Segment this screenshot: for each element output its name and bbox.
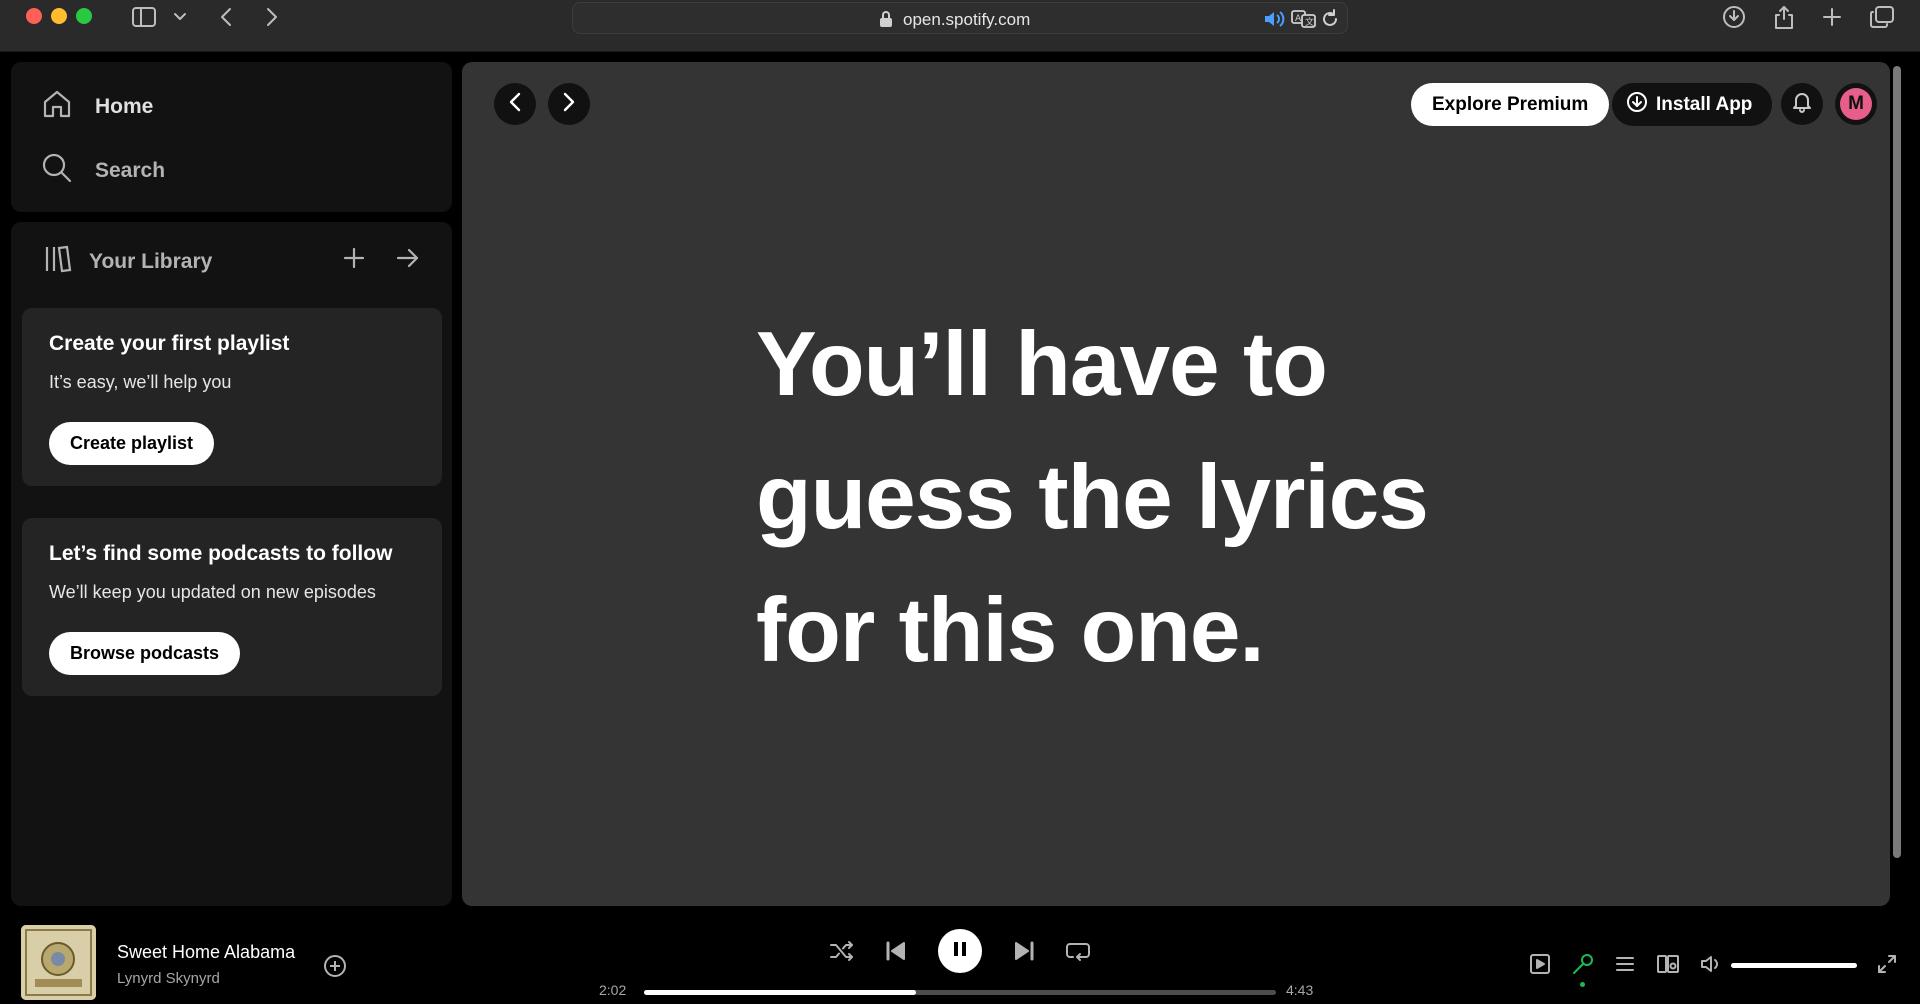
skip-back-icon — [884, 940, 908, 967]
next-track-button[interactable] — [1007, 936, 1041, 970]
now-playing-icon — [1529, 953, 1551, 980]
connect-device-button[interactable] — [1654, 952, 1682, 980]
forward-button[interactable] — [548, 83, 590, 125]
skip-forward-icon — [1012, 940, 1036, 967]
player-bar: Sweet Home Alabama Lynyrd Skynyrd 2:02 4… — [0, 912, 1920, 1004]
window-controls — [26, 8, 92, 24]
shuffle-icon — [829, 940, 855, 967]
queue-icon — [1614, 953, 1636, 980]
new-tab-icon[interactable] — [1819, 4, 1845, 30]
card-subtitle: We’ll keep you updated on new episodes — [49, 582, 376, 602]
svg-text:A: A — [1295, 14, 1302, 24]
install-app-button[interactable]: Install App — [1612, 83, 1773, 126]
lyrics-unavailable-message: You’ll have to guess the lyrics for this… — [756, 314, 1429, 681]
bell-icon — [1792, 91, 1812, 118]
library-icon — [43, 244, 73, 280]
microphone-icon — [1571, 952, 1595, 981]
add-circle-icon — [323, 955, 347, 982]
repeat-button[interactable] — [1061, 936, 1095, 970]
volume-slider[interactable] — [1731, 963, 1857, 968]
install-app-label: Install App — [1656, 93, 1753, 115]
track-title[interactable]: Sweet Home Alabama — [117, 942, 295, 963]
volume-level — [1731, 963, 1857, 968]
pause-icon — [950, 939, 970, 964]
downloads-icon[interactable] — [1720, 4, 1748, 30]
card-subtitle: It’s easy, we’ll help you — [49, 372, 232, 392]
playback-progress-bar[interactable] — [644, 990, 1276, 995]
sidebar-toggle-icon[interactable] — [130, 4, 158, 30]
create-playlist-plus-button[interactable] — [338, 244, 370, 276]
browse-podcasts-button[interactable]: Browse podcasts — [49, 632, 241, 675]
tab-overview-icon[interactable] — [1868, 4, 1896, 30]
library-header[interactable]: Your Library — [43, 244, 212, 280]
device-icon — [1656, 953, 1680, 980]
browser-forward-icon[interactable] — [260, 4, 284, 30]
arrow-right-icon — [396, 247, 420, 274]
sidebar-item-label: Home — [95, 95, 154, 118]
previous-track-button[interactable] — [879, 936, 913, 970]
repeat-icon — [1065, 940, 1091, 967]
sidebar-item-search[interactable]: Search — [41, 152, 165, 190]
minimize-window-button[interactable] — [51, 8, 67, 24]
home-icon — [41, 88, 73, 126]
mute-button[interactable] — [1697, 952, 1725, 980]
chevron-down-icon[interactable] — [170, 4, 190, 30]
podcasts-card: Let’s find some podcasts to follow We’ll… — [22, 518, 442, 696]
profile-button[interactable]: M — [1835, 83, 1877, 125]
lyrics-button[interactable] — [1569, 952, 1597, 980]
lock-icon — [879, 10, 893, 33]
shuffle-button[interactable] — [825, 936, 859, 970]
sidebar-item-label: Search — [95, 159, 166, 182]
sidebar-item-home[interactable]: Home — [41, 88, 153, 126]
card-title: Let’s find some podcasts to follow — [49, 542, 393, 565]
browser-toolbar: open.spotify.com A文 — [0, 0, 1920, 52]
main-scrollbar[interactable] — [1893, 66, 1901, 858]
chevron-left-icon — [508, 91, 522, 118]
playback-progress-fill — [644, 990, 916, 995]
expand-icon — [1876, 953, 1898, 980]
notifications-button[interactable] — [1781, 83, 1823, 125]
sidebar-nav: Home Search — [11, 62, 452, 212]
create-playlist-card: Create your first playlist It’s easy, we… — [22, 308, 442, 486]
avatar: M — [1840, 88, 1872, 120]
card-title: Create your first playlist — [49, 332, 290, 355]
address-bar[interactable]: open.spotify.com A文 — [572, 2, 1348, 34]
main-view: Explore Premium Install App M You’ll hav… — [462, 62, 1890, 906]
search-icon — [41, 152, 73, 190]
expand-library-button[interactable] — [392, 244, 424, 276]
track-artist[interactable]: Lynyrd Skynyrd — [117, 970, 220, 987]
track-duration: 4:43 — [1286, 982, 1314, 998]
download-circle-icon — [1626, 91, 1648, 119]
close-window-button[interactable] — [26, 8, 42, 24]
now-playing-view-button[interactable] — [1526, 952, 1554, 980]
svg-text:文: 文 — [1305, 16, 1314, 28]
fullscreen-button[interactable] — [1873, 952, 1901, 980]
maximize-window-button[interactable] — [76, 8, 92, 24]
share-icon[interactable] — [1770, 4, 1798, 30]
pause-button[interactable] — [938, 929, 982, 973]
url-text: open.spotify.com — [903, 10, 1031, 29]
elapsed-time: 2:02 — [599, 982, 627, 998]
explore-premium-button[interactable]: Explore Premium — [1411, 83, 1610, 126]
reload-icon[interactable] — [1321, 9, 1339, 34]
library-title: Your Library — [89, 250, 213, 273]
create-playlist-button[interactable]: Create playlist — [49, 422, 215, 465]
queue-button[interactable] — [1611, 952, 1639, 980]
album-cover[interactable] — [21, 925, 96, 1000]
translate-icon[interactable]: A文 — [1291, 9, 1317, 34]
back-button[interactable] — [494, 83, 536, 125]
add-to-library-button[interactable] — [323, 954, 347, 978]
browser-back-icon[interactable] — [214, 4, 238, 30]
active-indicator-dot — [1580, 982, 1585, 987]
volume-icon — [1699, 953, 1723, 980]
plus-icon — [343, 247, 365, 274]
audio-playing-icon[interactable] — [1263, 9, 1285, 34]
chevron-right-icon — [562, 91, 576, 118]
library-panel: Your Library Create your first playlist … — [11, 222, 452, 906]
